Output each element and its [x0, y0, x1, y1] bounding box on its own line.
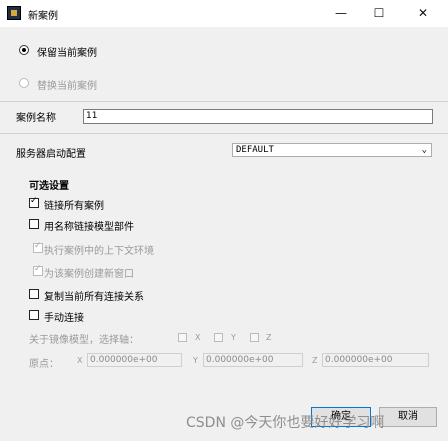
create-window-label: 为该案例创建新窗口	[44, 269, 134, 280]
link-all-checkbox[interactable]	[29, 196, 39, 208]
title-bar: 新案例 — ☐ ✕	[0, 0, 448, 27]
server-config-label: 服务器启动配置	[16, 149, 86, 160]
minimize-button[interactable]: —	[331, 3, 351, 23]
maximize-button[interactable]: ☐	[369, 3, 389, 23]
keep-case-label: 保留当前案例	[37, 48, 97, 59]
axis-y-label: Y	[231, 333, 236, 342]
link-named-label: 用名称链接模型部件	[44, 222, 134, 233]
origin-z-input: 0.000000e+00	[322, 353, 429, 367]
axis-x-label: X	[195, 333, 201, 342]
create-window-checkbox	[33, 264, 43, 276]
origin-y-input: 0.000000e+00	[203, 353, 303, 367]
exec-context-checkbox	[33, 241, 43, 253]
mirror-axis-label: 关于镜像模型，选择轴：	[29, 335, 139, 346]
manual-link-label: 手动连接	[44, 313, 84, 324]
origin-label: 原点：	[29, 359, 59, 370]
axis-y-checkbox	[214, 333, 223, 342]
close-button[interactable]: ✕	[413, 3, 433, 23]
origin-y-axis-label: Y	[193, 356, 198, 365]
options-title: 可选设置	[29, 181, 69, 192]
window-title: 新案例	[28, 11, 58, 22]
manual-link-checkbox[interactable]	[29, 310, 39, 320]
watermark: CSDN @今天你也要好好学习啊	[186, 415, 385, 431]
separator	[0, 133, 448, 134]
axis-z-checkbox	[250, 333, 259, 342]
axis-x-checkbox	[178, 333, 187, 342]
axis-z-label: Z	[266, 333, 272, 342]
link-all-label: 链接所有案例	[44, 201, 104, 212]
replace-case-label: 替换当前案例	[37, 81, 97, 92]
link-named-checkbox[interactable]	[29, 219, 39, 229]
case-name-label: 案例名称	[16, 113, 56, 124]
copy-relations-checkbox[interactable]	[29, 289, 39, 299]
origin-x-input: 0.000000e+00	[87, 353, 182, 367]
chevron-down-icon: ⌄	[421, 145, 427, 155]
cancel-button[interactable]: 取消	[379, 407, 437, 427]
server-config-value: DEFAULT	[236, 145, 274, 155]
copy-relations-label: 复制当前所有连接关系	[44, 292, 144, 303]
server-config-select[interactable]: DEFAULT ⌄	[232, 143, 432, 157]
keep-case-radio[interactable]	[19, 45, 29, 55]
separator	[0, 101, 448, 102]
exec-context-label: 执行案例中的上下文环境	[44, 246, 154, 257]
replace-case-radio	[19, 78, 29, 88]
app-icon	[7, 6, 21, 20]
origin-z-axis-label: Z	[312, 356, 318, 365]
case-name-input[interactable]: 11	[83, 109, 433, 124]
origin-x-axis-label: X	[77, 356, 83, 365]
